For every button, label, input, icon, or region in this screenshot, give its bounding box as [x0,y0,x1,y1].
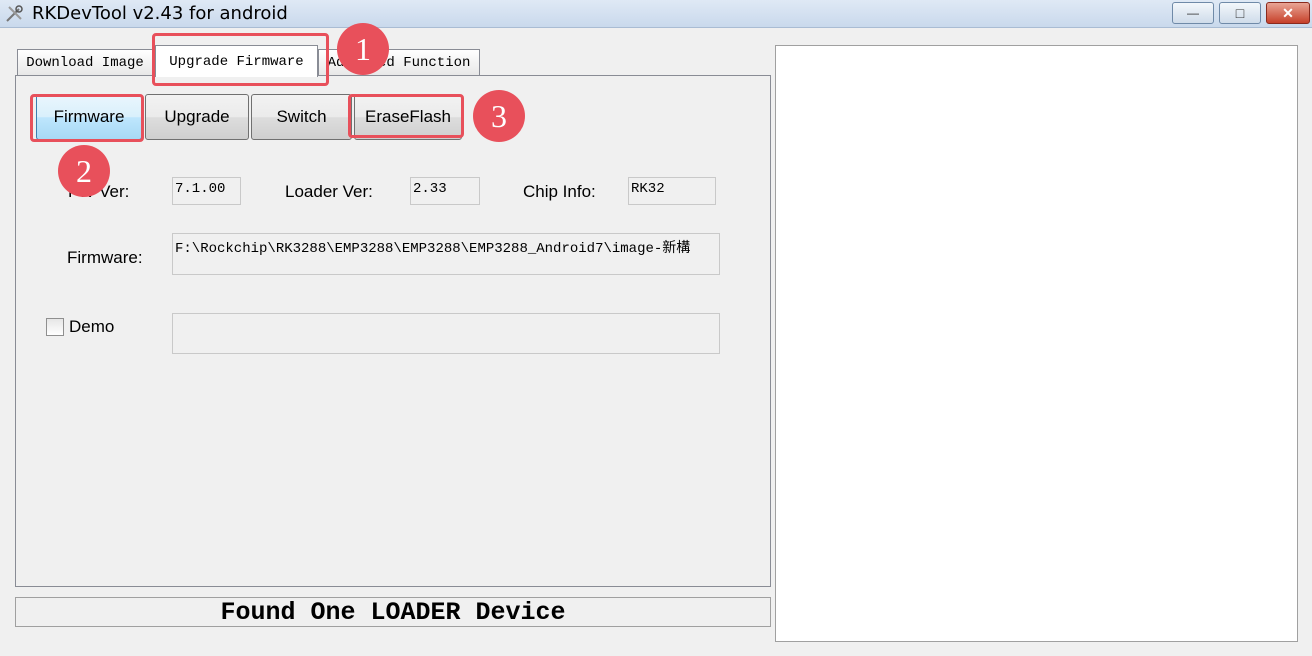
minimize-icon: — [1187,6,1199,20]
firmware-path-label: Firmware: [67,248,143,267]
step-badge-3: 3 [473,90,525,142]
step-badge-2: 2 [58,145,110,197]
switch-button[interactable]: Switch [251,94,352,140]
fw-ver-field: 7.1.00 [172,177,241,205]
demo-field [172,313,720,354]
highlight-upgrade-tab [152,33,329,86]
maximize-button[interactable]: □ [1219,2,1261,24]
maximize-icon: □ [1235,5,1245,21]
demo-label[interactable]: Demo [69,317,114,337]
highlight-firmware-button [30,94,144,142]
highlight-eraseflash-button [348,94,464,138]
upgrade-button[interactable]: Upgrade [145,94,249,140]
step-badge-1: 1 [337,23,389,75]
log-panel [775,45,1298,642]
loader-ver-label: Loader Ver: [285,182,373,201]
chip-info-field: RK32 [628,177,716,205]
demo-checkbox[interactable] [46,318,64,336]
window-title: RKDevTool v2.43 for android [32,3,288,24]
minimize-button[interactable]: — [1172,2,1214,24]
tab-download-image[interactable]: Download Image [17,49,153,75]
loader-ver-field: 2.33 [410,177,480,205]
chip-info-label: Chip Info: [523,182,596,201]
firmware-path-field: F:\Rockchip\RK3288\EMP3288\EMP3288\EMP32… [172,233,720,275]
close-icon: ✕ [1282,4,1294,21]
app-tools-icon [6,5,23,22]
status-bar: Found One LOADER Device [15,597,771,627]
title-bar: RKDevTool v2.43 for android — □ ✕ [0,0,1312,28]
close-button[interactable]: ✕ [1266,2,1310,24]
